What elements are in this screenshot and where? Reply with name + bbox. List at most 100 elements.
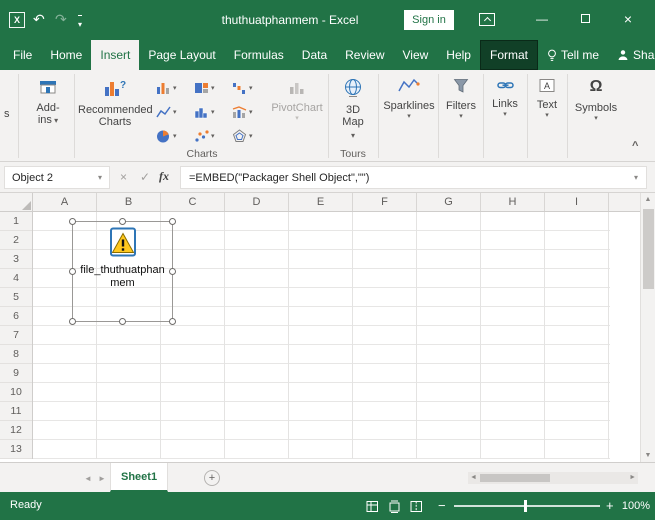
- ribbon-display-options-icon[interactable]: [479, 13, 495, 26]
- column-header[interactable]: I: [545, 193, 609, 211]
- tab-home[interactable]: Home: [41, 40, 91, 70]
- clipped-tables-button[interactable]: s: [4, 108, 10, 120]
- collapse-ribbon-icon[interactable]: ^: [632, 140, 638, 152]
- resize-handle[interactable]: [69, 318, 76, 325]
- new-sheet-button[interactable]: +: [204, 470, 220, 486]
- expand-formula-bar-icon[interactable]: ▾: [634, 173, 638, 182]
- page-layout-view-icon[interactable]: [388, 500, 401, 513]
- sheet-tab-sheet1[interactable]: Sheet1: [110, 463, 169, 492]
- column-header[interactable]: D: [225, 193, 289, 211]
- excel-app-icon[interactable]: X: [9, 12, 25, 28]
- zoom-slider-thumb[interactable]: [524, 500, 527, 512]
- sign-in-button[interactable]: Sign in: [404, 10, 454, 30]
- vertical-scrollbar-thumb[interactable]: [643, 209, 654, 289]
- recommended-charts-button[interactable]: ? Recommended Charts: [78, 78, 153, 128]
- column-header[interactable]: H: [481, 193, 545, 211]
- row-header[interactable]: 6: [0, 307, 32, 326]
- insert-hierarchy-chart-button[interactable]: [192, 76, 230, 100]
- tell-me-box[interactable]: Tell me: [538, 40, 608, 70]
- tab-formulas[interactable]: Formulas: [225, 40, 293, 70]
- insert-pie-chart-button[interactable]: [154, 124, 192, 148]
- cancel-icon[interactable]: ×: [120, 170, 127, 184]
- status-bar: Ready − + 100%: [0, 492, 655, 520]
- share-button[interactable]: Share: [608, 40, 655, 70]
- tab-help[interactable]: Help: [437, 40, 480, 70]
- horizontal-scrollbar-thumb[interactable]: [480, 474, 550, 482]
- insert-column-chart-button[interactable]: [154, 76, 192, 100]
- scroll-left-icon[interactable]: ◄: [470, 474, 477, 481]
- undo-icon[interactable]: ↶: [33, 12, 45, 26]
- column-header[interactable]: C: [161, 193, 225, 211]
- histogram-chart-icon: [194, 107, 208, 119]
- row-header[interactable]: 10: [0, 383, 32, 402]
- sparklines-button[interactable]: Sparklines: [381, 78, 437, 120]
- column-header[interactable]: B: [97, 193, 161, 211]
- close-button[interactable]: ×: [617, 11, 639, 27]
- column-header[interactable]: F: [353, 193, 417, 211]
- zoom-slider-track[interactable]: [454, 505, 600, 507]
- add-ins-button[interactable]: Add-ins: [24, 78, 72, 127]
- tab-file[interactable]: File: [4, 40, 41, 70]
- normal-view-icon[interactable]: [366, 500, 379, 513]
- vertical-scrollbar[interactable]: ▲ ▼: [640, 193, 655, 462]
- scroll-up-icon[interactable]: ▲: [641, 196, 655, 203]
- row-header[interactable]: 9: [0, 364, 32, 383]
- insert-function-icon[interactable]: fx: [159, 169, 169, 184]
- symbols-button[interactable]: Ω Symbols: [569, 78, 623, 122]
- treemap-chart-icon: [195, 83, 208, 93]
- resize-handle[interactable]: [69, 218, 76, 225]
- links-button[interactable]: Links: [485, 78, 525, 118]
- insert-statistic-chart-button[interactable]: [192, 100, 230, 124]
- minimize-button[interactable]: —: [531, 12, 553, 26]
- row-header[interactable]: 13: [0, 440, 32, 459]
- filters-button[interactable]: Filters: [440, 78, 482, 120]
- page-break-view-icon[interactable]: [410, 500, 423, 513]
- column-header[interactable]: G: [417, 193, 481, 211]
- select-all-corner[interactable]: [0, 193, 33, 212]
- tab-data[interactable]: Data: [293, 40, 336, 70]
- row-header[interactable]: 12: [0, 421, 32, 440]
- insert-scatter-chart-button[interactable]: [192, 124, 230, 148]
- tab-insert[interactable]: Insert: [91, 40, 140, 70]
- row-header[interactable]: 2: [0, 231, 32, 250]
- excel-window: X ↶ ↷ ▾ thuthuatphanmem - Excel Sign in …: [0, 0, 655, 520]
- zoom-out-icon[interactable]: −: [438, 498, 446, 513]
- maximize-button[interactable]: [574, 14, 596, 23]
- row-header[interactable]: 5: [0, 288, 32, 307]
- row-header[interactable]: 8: [0, 345, 32, 364]
- customize-toolbar-icon[interactable]: ▾: [78, 15, 83, 32]
- column-header[interactable]: E: [289, 193, 353, 211]
- name-box-dropdown-icon[interactable]: ▾: [98, 173, 102, 182]
- tab-page-layout[interactable]: Page Layout: [139, 40, 224, 70]
- insert-waterfall-chart-button[interactable]: [230, 76, 268, 100]
- embedded-packager-object[interactable]: file_thuthuatphan mem: [69, 218, 176, 325]
- resize-handle[interactable]: [169, 218, 176, 225]
- insert-combo-chart-button[interactable]: [230, 100, 268, 124]
- row-header[interactable]: 4: [0, 269, 32, 288]
- insert-surface-radar-chart-button[interactable]: [230, 124, 268, 148]
- tab-format[interactable]: Format: [479, 40, 538, 70]
- sheet-nav-left-icon[interactable]: ◄: [84, 474, 92, 483]
- row-header[interactable]: 7: [0, 326, 32, 345]
- row-header[interactable]: 3: [0, 250, 32, 269]
- resize-handle[interactable]: [119, 318, 126, 325]
- text-button[interactable]: A Text: [529, 78, 565, 119]
- resize-handle[interactable]: [119, 218, 126, 225]
- 3d-map-button[interactable]: 3D Map: [331, 78, 375, 142]
- zoom-in-icon[interactable]: +: [606, 498, 614, 513]
- scroll-right-icon[interactable]: ►: [629, 474, 636, 481]
- column-header[interactable]: A: [33, 193, 97, 211]
- tab-view[interactable]: View: [394, 40, 438, 70]
- enter-icon[interactable]: ✓: [140, 170, 150, 184]
- horizontal-scrollbar[interactable]: ◄ ►: [468, 472, 638, 484]
- sheet-nav-right-icon[interactable]: ►: [98, 474, 106, 483]
- formula-input[interactable]: =EMBED("Packager Shell Object","") ▾: [180, 166, 647, 189]
- row-header[interactable]: 11: [0, 402, 32, 421]
- name-box[interactable]: Object 2 ▾: [4, 166, 110, 189]
- row-header[interactable]: 1: [0, 212, 32, 231]
- scroll-down-icon[interactable]: ▼: [641, 452, 655, 459]
- insert-line-chart-button[interactable]: [154, 100, 192, 124]
- resize-handle[interactable]: [169, 318, 176, 325]
- tab-review[interactable]: Review: [336, 40, 393, 70]
- zoom-level[interactable]: 100%: [614, 500, 650, 512]
